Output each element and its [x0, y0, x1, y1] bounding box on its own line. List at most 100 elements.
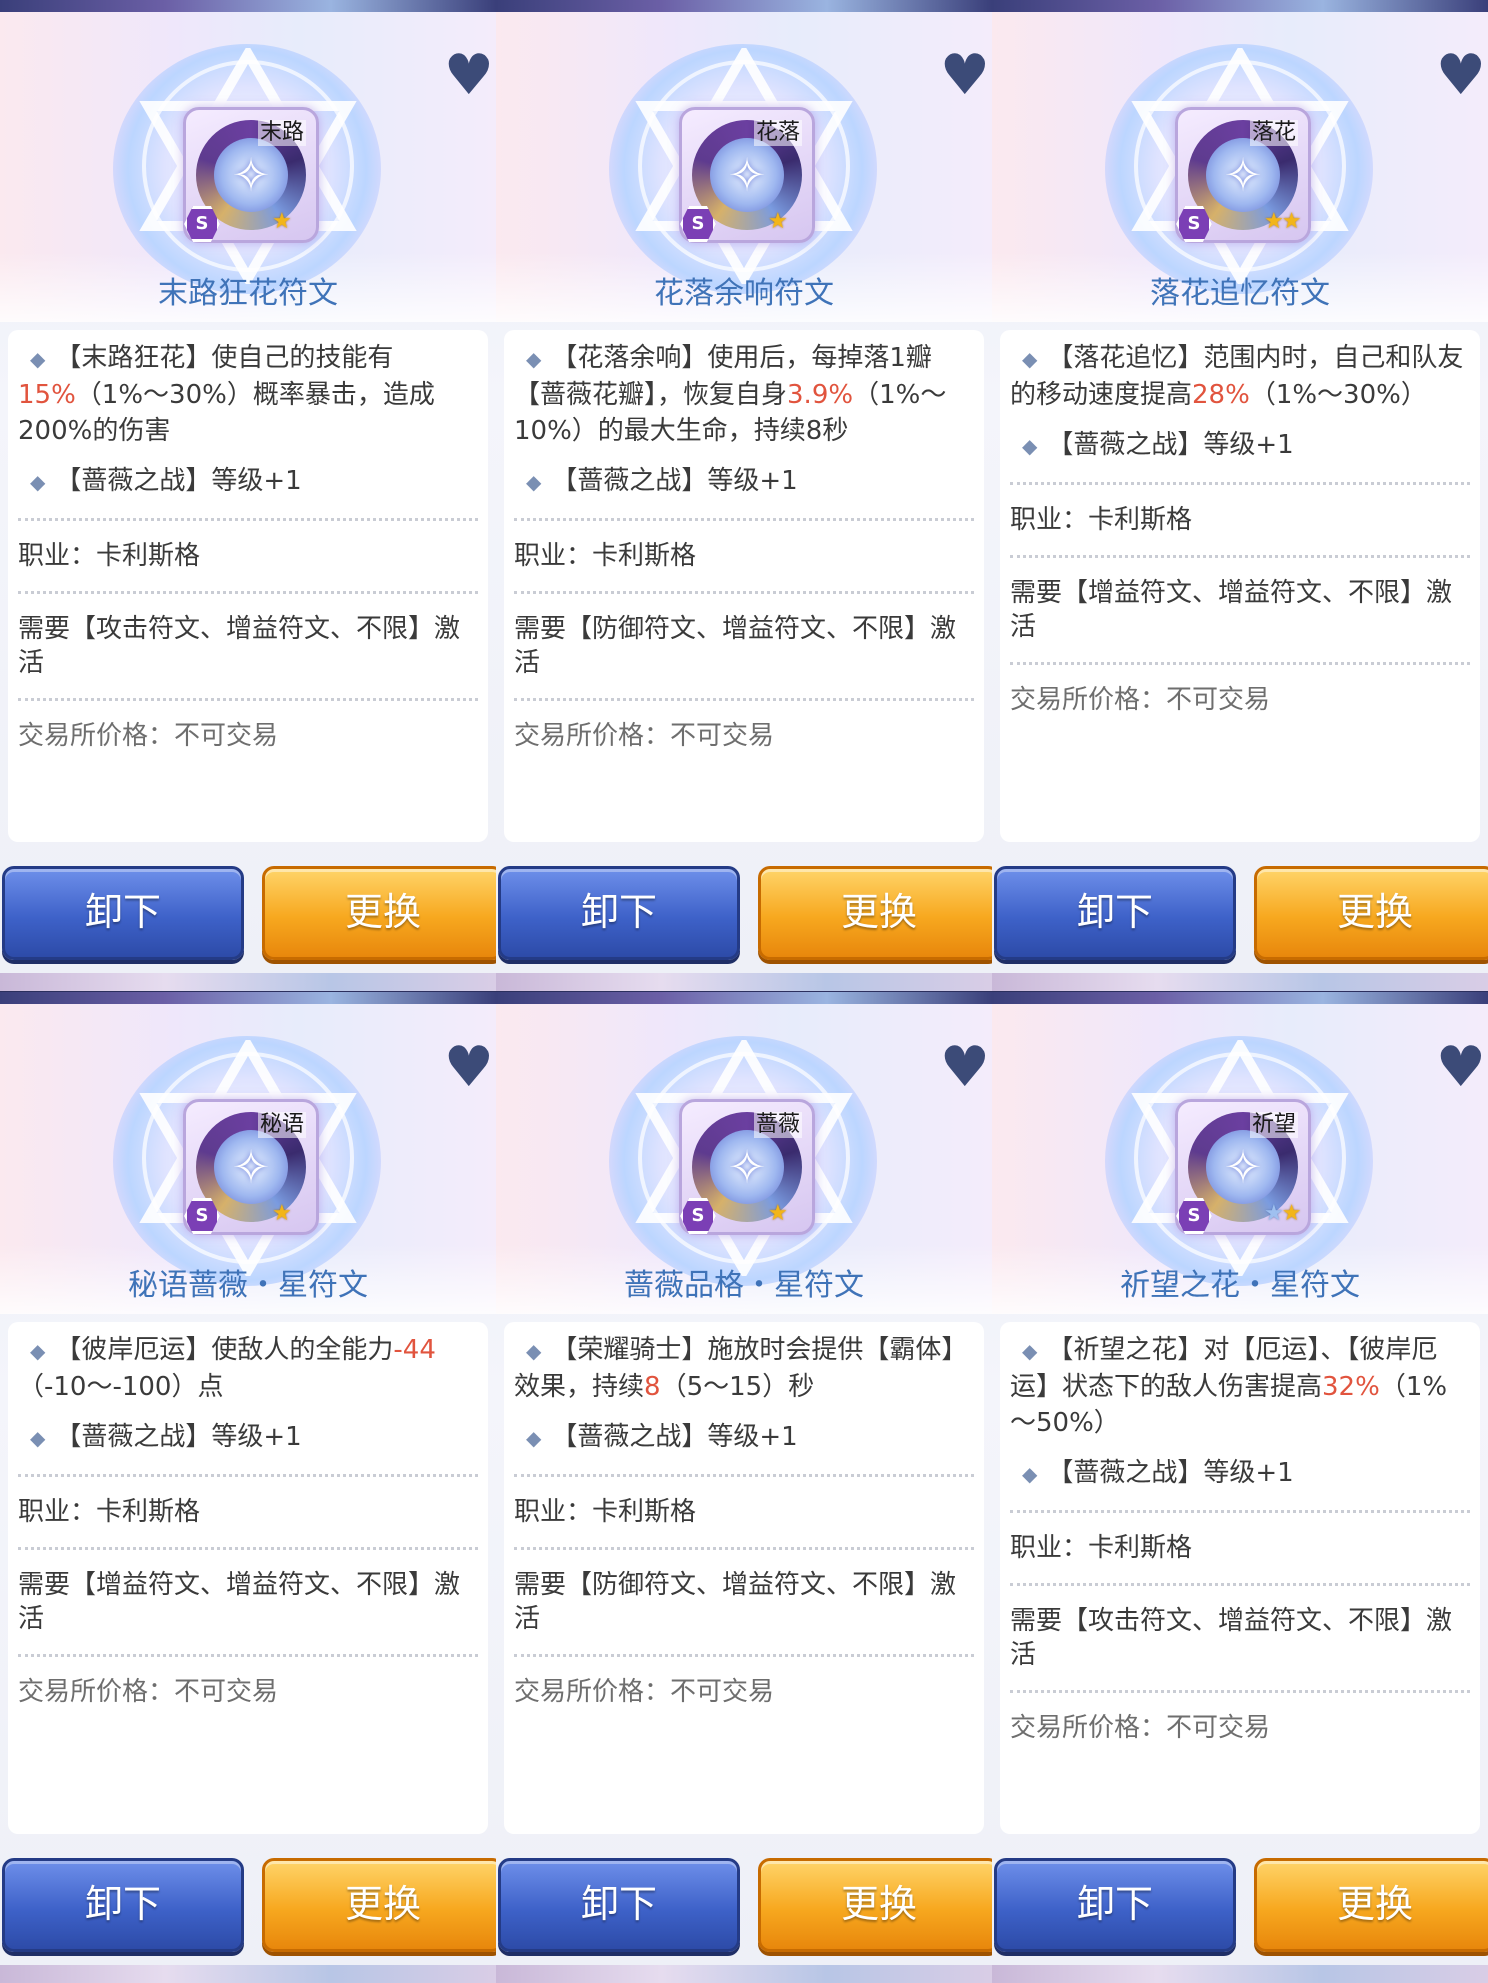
divider — [18, 591, 478, 594]
unload-button[interactable]: 卸下 — [994, 1858, 1236, 1952]
rune-details: ◆ 【落花追忆】范围内时，自己和队友的移动速度提高28%（1%～30%） ◆ 【蔷薇… — [1000, 330, 1480, 842]
star-rating: ★ — [272, 1202, 292, 1226]
bottom-strip — [496, 973, 992, 991]
sparkle-icon: ✧ — [231, 148, 271, 202]
star-rating: ★★ — [1264, 1201, 1302, 1226]
rune-header: ✧ 秘语 S ★ ♥ 秘语蔷薇・星符文 — [0, 1004, 496, 1314]
effect-value: 32% — [1322, 1372, 1380, 1402]
bottom-strip — [992, 1965, 1488, 1983]
divider — [514, 1474, 974, 1477]
activation-requirement: 需要【防御符文、增益符文、不限】激活 — [514, 1570, 957, 1634]
rune-effect: ◆ 【彼岸厄运】使敌人的全能力-44 （-10～-100）点 — [8, 1332, 488, 1405]
job-requirement: 职业：卡利斯格 — [514, 541, 697, 571]
rune-details: ◆ 【彼岸厄运】使敌人的全能力-44 （-10～-100）点 ◆ 【蔷薇之战】等级+1… — [8, 1322, 488, 1834]
rune-title: 祈望之花・星符文 — [1120, 1268, 1360, 1303]
skill-level-bonus: ◆ 【蔷薇之战】等级+1 — [504, 463, 984, 500]
rune-grid: ✧ 末路 S ★ ♥ 末路狂花符文 ◆ 【末路狂花】使自己的技能有15%（1%～3… — [0, 0, 1488, 1983]
rune-icon-frame[interactable]: ✧ 末路 S ★ — [183, 107, 319, 243]
unload-button[interactable]: 卸下 — [498, 866, 740, 960]
rune-effect: ◆ 【荣耀骑士】施放时会提供【霸体】效果，持续8（5～15）秒 — [504, 1332, 984, 1405]
job-requirement: 职业：卡利斯格 — [1010, 1533, 1193, 1563]
top-strip — [992, 992, 1488, 1004]
rune-icon-frame[interactable]: ✧ 花落 S ★ — [679, 107, 815, 243]
effect-range: （-10～-100）点 — [18, 1372, 224, 1402]
activation-requirement: 需要【防御符文、增益符文、不限】激活 — [514, 614, 957, 678]
star-rating: ★ — [768, 209, 788, 234]
diamond-bullet-icon: ◆ — [526, 470, 542, 494]
effect-text: 【彼岸厄运】使敌人的全能力 — [55, 1335, 394, 1365]
divider — [1010, 1583, 1470, 1586]
rune-title: 秘语蔷薇・星符文 — [128, 1268, 368, 1303]
star-rating: ★★ — [1264, 209, 1302, 234]
effect-range: （5～15）秒 — [660, 1372, 815, 1402]
rune-title: 花落余响符文 — [654, 276, 834, 311]
unload-button[interactable]: 卸下 — [2, 1858, 244, 1952]
rune-details: ◆ 【祈望之花】对【厄运】、【彼岸厄运】状态下的敌人伤害提高32%（1%～50%）… — [1000, 1322, 1480, 1834]
favorite-heart-icon[interactable]: ♥ — [940, 1040, 990, 1096]
replace-button[interactable]: 更换 — [758, 1858, 992, 1952]
favorite-heart-icon[interactable]: ♥ — [444, 1040, 494, 1096]
blue-star-icon: ★ — [1264, 1201, 1284, 1226]
rune-effect: ◆ 【末路狂花】使自己的技能有 15%（1%～30%）概率暴击，造成200%的伤害 — [8, 340, 488, 449]
diamond-bullet-icon: ◆ — [526, 347, 542, 371]
rune-panel-1: ✧ 末路 S ★ ♥ 末路狂花符文 ◆ 【末路狂花】使自己的技能有 15%（1%～3… — [0, 0, 496, 991]
rune-header: ✧ 花落 S ★ ♥ 花落余响符文 — [496, 12, 992, 322]
divider — [514, 1654, 974, 1657]
top-strip — [0, 992, 496, 1004]
favorite-heart-icon[interactable]: ♥ — [1436, 48, 1486, 104]
rune-icon-frame[interactable]: ✧ 祈望 S ★★ — [1175, 1099, 1311, 1235]
replace-button[interactable]: 更换 — [1254, 1858, 1488, 1952]
replace-button[interactable]: 更换 — [1254, 866, 1488, 960]
rune-core: ✧ — [214, 138, 288, 212]
rune-icon-frame[interactable]: ✧ 蔷薇 S ★ — [679, 1099, 815, 1235]
rune-title: 落花追忆符文 — [1150, 276, 1330, 311]
gold-star-icon: ★ — [1281, 209, 1302, 234]
skill-level-bonus: ◆ 【蔷薇之战】等级+1 — [1000, 1455, 1480, 1492]
trade-price: 交易所价格：不可交易 — [18, 1677, 279, 1707]
rune-header: ✧ 落花 S ★★ ♥ 落花追忆符文 — [992, 12, 1488, 322]
diamond-bullet-icon: ◆ — [1022, 434, 1038, 458]
favorite-heart-icon[interactable]: ♥ — [1436, 1040, 1486, 1096]
divider — [18, 1547, 478, 1550]
skill-level-bonus: ◆ 【蔷薇之战】等级+1 — [8, 1419, 488, 1456]
rune-details: ◆ 【末路狂花】使自己的技能有15%（1%～30%）概率暴击，造成200%的伤害 … — [8, 330, 488, 842]
replace-button[interactable]: 更换 — [758, 866, 992, 960]
unload-button[interactable]: 卸下 — [994, 866, 1236, 960]
replace-button[interactable]: 更换 — [262, 866, 496, 960]
rune-details: ◆ 【荣耀骑士】施放时会提供【霸体】效果，持续8（5～15）秒 ◆ 【蔷薇之战】等级… — [504, 1322, 984, 1834]
gold-star-icon: ★ — [1281, 1201, 1302, 1226]
activation-requirement: 需要【增益符文、增益符文、不限】激活 — [18, 1570, 461, 1634]
activation-requirement: 需要【增益符文、增益符文、不限】激活 — [1010, 578, 1453, 642]
effect-range: （1%～30%） — [1249, 380, 1427, 410]
rune-gem-label: 花落 — [754, 120, 803, 146]
rune-panel-3: ✧ 落花 S ★★ ♥ 落花追忆符文 ◆ 【落花追忆】范围内时，自己和队友的移动速… — [992, 0, 1488, 991]
favorite-heart-icon[interactable]: ♥ — [444, 48, 494, 104]
rune-gem-label: 末路 — [258, 120, 307, 146]
rune-core: ✧ — [1206, 138, 1280, 212]
rune-icon-frame[interactable]: ✧ 秘语 S ★ — [183, 1099, 319, 1235]
favorite-heart-icon[interactable]: ♥ — [940, 48, 990, 104]
rune-details: ◆ 【花落余响】使用后，每掉落1瓣【蔷薇花瓣】，恢复自身3.9%（1%～10%）的… — [504, 330, 984, 842]
unload-button[interactable]: 卸下 — [2, 866, 244, 960]
star-rating: ★ — [272, 210, 292, 234]
effect-value: 28% — [1192, 380, 1250, 410]
divider — [514, 698, 974, 701]
rune-icon-frame[interactable]: ✧ 落花 S ★★ — [1175, 107, 1311, 243]
divider — [514, 591, 974, 594]
unload-button[interactable]: 卸下 — [498, 1858, 740, 1952]
sparkle-icon: ✧ — [727, 1140, 767, 1194]
rune-title: 末路狂花符文 — [158, 276, 338, 311]
diamond-bullet-icon: ◆ — [30, 1426, 46, 1450]
top-strip — [0, 0, 496, 12]
rune-gem-label: 落花 — [1250, 120, 1299, 146]
diamond-bullet-icon: ◆ — [526, 1426, 542, 1450]
star-rating: ★ — [768, 1202, 788, 1226]
divider — [18, 698, 478, 701]
rune-effect: ◆ 【花落余响】使用后，每掉落1瓣【蔷薇花瓣】，恢复自身3.9%（1%～10%）的… — [504, 340, 984, 449]
diamond-bullet-icon: ◆ — [30, 1339, 46, 1363]
level-text: 【蔷薇之战】等级+1 — [1047, 430, 1294, 460]
gold-star-icon: ★ — [768, 209, 788, 234]
replace-button[interactable]: 更换 — [262, 1858, 496, 1952]
top-strip — [496, 0, 992, 12]
bottom-strip — [0, 973, 496, 991]
